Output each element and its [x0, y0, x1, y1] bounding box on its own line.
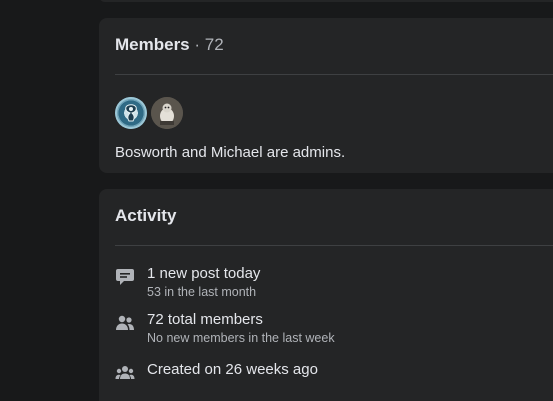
avatar-michael-image	[151, 97, 183, 129]
activity-card: Activity 1 new post today 53 in the last…	[99, 189, 553, 401]
admins-summary: Bosworth and Michael are admins.	[115, 144, 346, 161]
activity-row-created: Created on 26 weeks ago	[115, 361, 553, 383]
activity-members-main: 72 total members	[147, 311, 263, 328]
activity-posts-text: 1 new post today 53 in the last month	[147, 265, 260, 301]
members-card: Members · 72 Bosworth and Michael are ad…	[99, 18, 553, 173]
activity-created-text: Created on 26 weeks ago	[147, 361, 318, 379]
admin-avatars	[115, 97, 183, 129]
activity-divider	[115, 245, 553, 246]
previous-card	[99, 0, 553, 2]
group-icon	[115, 366, 135, 379]
avatar-bosworth-image	[115, 97, 147, 129]
members-divider	[115, 74, 553, 75]
activity-posts-sub: 53 in the last month	[147, 285, 257, 299]
activity-row-members: 72 total members No new members in the l…	[115, 311, 553, 347]
activity-row-posts: 1 new post today 53 in the last month	[115, 265, 553, 301]
activity-members-text: 72 total members No new members in the l…	[147, 311, 335, 347]
chat-bubble-icon	[116, 269, 134, 285]
members-count-separator: ·	[189, 35, 205, 54]
avatar-michael[interactable]	[151, 97, 183, 129]
activity-posts-main: 1 new post today	[147, 265, 261, 282]
activity-title: Activity	[115, 206, 177, 225]
activity-members-sub: No new members in the last week	[147, 331, 335, 345]
activity-created-main: Created on 26 weeks ago	[147, 361, 318, 378]
avatar-bosworth[interactable]	[115, 97, 147, 129]
page: Members · 72 Bosworth and Michael are ad…	[0, 0, 553, 401]
members-title[interactable]: Members	[115, 35, 190, 54]
members-count: 72	[204, 35, 224, 54]
members-heading[interactable]: Members · 72	[115, 35, 224, 55]
people-icon	[116, 315, 134, 330]
